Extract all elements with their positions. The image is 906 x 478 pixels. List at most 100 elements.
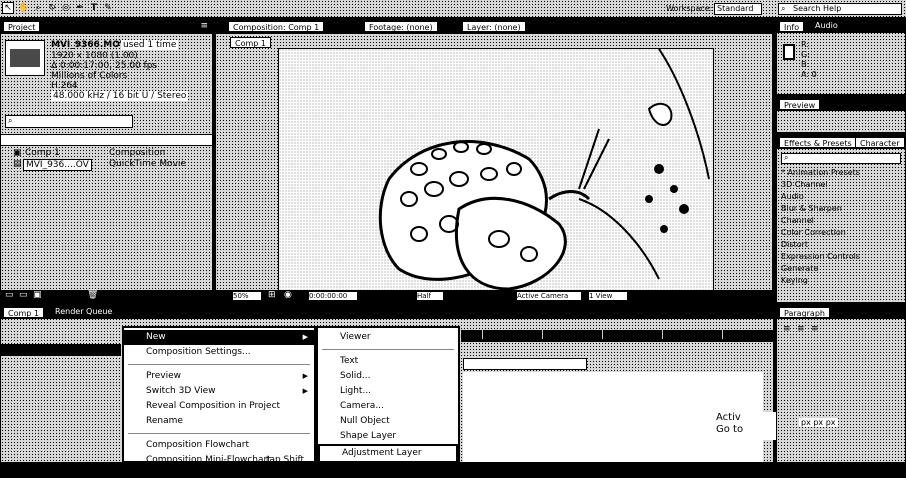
pen-tool-icon[interactable]: ✒ — [74, 2, 86, 14]
list-item[interactable]: Distort — [781, 240, 903, 252]
list-item[interactable]: Keying — [781, 276, 903, 288]
tab-paragraph[interactable]: Paragraph — [779, 307, 830, 318]
camera-tool-icon[interactable]: ◎ — [60, 2, 72, 14]
tab-render-queue[interactable]: Render Queue — [55, 307, 112, 316]
menu-item-switch-3d-view[interactable]: Switch 3D View ▶ — [124, 384, 314, 399]
project-panel: Project ≡ MVI_9366.MOV used 1 time 1920 … — [0, 19, 213, 302]
camera-select[interactable]: Active Camera — [516, 291, 582, 301]
menu-item-composition-mini-flowchart[interactable]: Composition Mini-Flowchart tap Shift — [124, 453, 314, 468]
list-item[interactable]: Audio — [781, 192, 903, 204]
selection-tool-icon[interactable]: ↖ — [2, 2, 14, 14]
tab-preview[interactable]: Preview — [779, 99, 821, 110]
tab-project[interactable]: Project — [3, 21, 41, 32]
info-g: G: — [801, 50, 810, 59]
workspace-select[interactable]: Standard — [714, 3, 762, 15]
footage-info-4: H.264 — [51, 81, 78, 91]
list-item[interactable]: Expression Controls — [781, 252, 903, 264]
effects-panel: Effects & Presets Character ⌕ * Animatio… — [776, 135, 906, 303]
list-item[interactable]: Blur & Sharpen — [781, 204, 903, 216]
list-item[interactable]: ▤ MVI_936....OV QuickTime Movie — [1, 159, 212, 171]
submenu-item-adjustment-layer[interactable]: Adjustment Layer — [318, 444, 458, 463]
menu-shortcut: tap Shift — [265, 455, 304, 465]
menu-item-rename[interactable]: Rename — [124, 414, 314, 429]
submenu-item-solid[interactable]: Solid... — [318, 369, 458, 384]
timecode-display[interactable]: 0:00:00:00 — [308, 291, 358, 301]
zoom-select[interactable]: 50% — [232, 291, 262, 301]
zoom-tool-icon[interactable]: ⌕ — [32, 2, 44, 14]
submenu-item-camera[interactable]: Camera... — [318, 399, 458, 414]
submenu-item-adobe-photoshop-file[interactable]: Adobe Photoshop File... — [318, 463, 458, 478]
footage-info-3: Millions of Colors — [51, 71, 128, 81]
tab-audio[interactable]: Audio — [815, 21, 838, 30]
menu-item-new[interactable]: New ▶ — [124, 330, 314, 345]
composition-icon: ▣ — [13, 148, 22, 158]
menu-item-reveal-composition-in-project[interactable]: Reveal Composition in Project — [124, 399, 314, 414]
rotate-tool-icon[interactable]: ↻ — [46, 2, 58, 14]
hand-tool-icon[interactable]: ✋ — [18, 2, 30, 14]
viewer-controls: 50% ⊞ ◉ 0:00:00:00 Half Active Camera 1 … — [216, 290, 772, 302]
submenu-arrow-icon: ▶ — [302, 333, 308, 341]
grid-icon[interactable]: ⊞ — [268, 290, 276, 300]
brush-tool-icon[interactable]: ✎ — [102, 2, 114, 14]
menu-separator — [128, 433, 310, 434]
new-folder-icon[interactable]: ▭ — [19, 290, 28, 300]
help-search-input[interactable]: ⌕ Search Help — [778, 3, 902, 15]
workspace-label: Workspace: — [666, 4, 713, 13]
submenu-item-null-object[interactable]: Null Object — [318, 414, 458, 429]
submenu-item-text[interactable]: Text — [318, 354, 458, 369]
tab-timeline-comp[interactable]: Comp 1 — [3, 307, 44, 318]
interpret-footage-icon[interactable]: ▭ — [5, 290, 14, 300]
search-icon: ⌕ — [8, 116, 13, 125]
list-item[interactable]: Generate — [781, 264, 903, 276]
effects-search-input[interactable]: ⌕ — [781, 153, 901, 164]
comp-sub-tab[interactable]: Comp 1 — [230, 37, 271, 48]
activation-watermark: Activ Go to — [716, 412, 776, 440]
panel-menu-icon[interactable]: ≡ — [200, 21, 208, 31]
tab-layer[interactable]: Layer: (none) — [462, 21, 526, 32]
menu-separator — [128, 364, 310, 365]
snapshot-icon[interactable]: ◉ — [284, 290, 292, 300]
composition-viewer[interactable] — [278, 48, 714, 294]
menu-item-preview[interactable]: Preview ▶ — [124, 369, 314, 384]
tab-info[interactable]: Info — [779, 21, 805, 32]
menu-item-composition-settings[interactable]: Composition Settings... — [124, 345, 314, 360]
effects-list: * Animation Presets 3D Channel Audio Blu… — [781, 168, 903, 298]
list-item[interactable]: ▣ Comp 1 Composition — [1, 148, 212, 159]
butterfly-image — [279, 49, 713, 293]
list-item[interactable]: * Animation Presets — [781, 168, 903, 180]
context-menu: New ▶ Composition Settings... Preview ▶ Switc… — [122, 326, 316, 465]
list-item[interactable]: Channel — [781, 216, 903, 228]
views-select[interactable]: 1 View — [588, 291, 628, 301]
preview-panel-header: Preview — [777, 98, 905, 111]
submenu-item-light[interactable]: Light... — [318, 384, 458, 399]
align-left-icon[interactable]: ≡ — [783, 324, 791, 334]
list-item[interactable]: 3D Channel — [781, 180, 903, 192]
timeline-header: Comp 1 Render Queue — [1, 306, 773, 319]
composition-panel: Composition: Comp 1 Footage: (none) Laye… — [215, 19, 773, 302]
submenu-item-viewer[interactable]: Viewer — [318, 330, 458, 345]
submenu-item-shape-layer[interactable]: Shape Layer — [318, 429, 458, 444]
resolution-select[interactable]: Half — [416, 291, 444, 301]
new-composition-icon[interactable]: ▣ — [33, 290, 42, 300]
search-icon: ⌕ — [781, 4, 786, 13]
list-item[interactable]: Color Correction — [781, 228, 903, 240]
layer-duration-bar[interactable] — [463, 358, 587, 370]
paragraph-values: px px px — [799, 418, 838, 427]
project-list-header — [1, 134, 212, 146]
tab-character[interactable]: Character — [855, 137, 905, 148]
trash-icon[interactable]: 🗑 — [87, 290, 98, 300]
tab-composition[interactable]: Composition: Comp 1 — [228, 21, 325, 32]
info-swatch — [783, 44, 795, 60]
project-footer: ▭ ▭ ▣ 🗑 — [1, 290, 212, 302]
tab-effects-presets[interactable]: Effects & Presets — [779, 137, 857, 148]
text-tool-icon[interactable]: T — [88, 2, 100, 14]
toolbar: ↖ ✋ ⌕ ↻ ◎ ✒ T ✎ Workspace: Standard ⌕ Se… — [0, 0, 906, 18]
info-panel-header: Info Audio — [777, 20, 905, 33]
project-search-input[interactable]: ⌕ — [5, 115, 133, 128]
tab-footage[interactable]: Footage: (none) — [364, 21, 438, 32]
align-right-icon[interactable]: ≡ — [811, 324, 819, 334]
menu-item-composition-flowchart[interactable]: Composition Flowchart — [124, 438, 314, 453]
time-ruler[interactable]: | | | | | — [461, 330, 773, 342]
align-center-icon[interactable]: ≡ — [797, 324, 805, 334]
preview-panel: Preview — [776, 97, 906, 133]
